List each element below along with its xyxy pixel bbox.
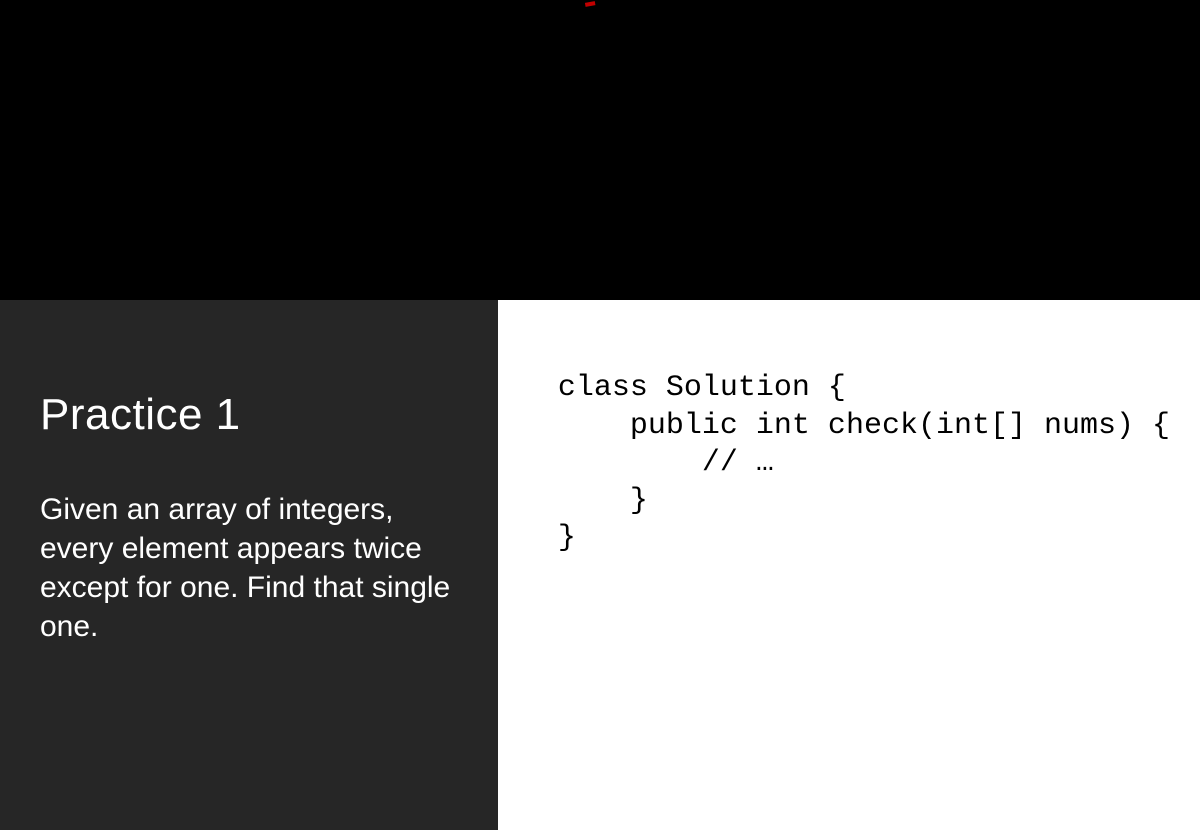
problem-title: Practice 1 xyxy=(40,390,458,440)
top-banner xyxy=(0,0,1200,300)
code-line: } xyxy=(558,484,648,518)
code-line: // … xyxy=(558,446,774,480)
content-row: Practice 1 Given an array of integers, e… xyxy=(0,300,1200,830)
code-line: class Solution { xyxy=(558,371,846,405)
code-line: public int check(int[] nums) { xyxy=(558,409,1170,443)
code-panel: class Solution { public int check(int[] … xyxy=(498,300,1200,830)
problem-panel: Practice 1 Given an array of integers, e… xyxy=(0,300,498,830)
red-mark-icon xyxy=(585,0,596,7)
slide: Practice 1 Given an array of integers, e… xyxy=(0,0,1200,830)
code-block: class Solution { public int check(int[] … xyxy=(558,370,1170,558)
code-line: } xyxy=(558,521,576,555)
problem-description: Given an array of integers, every elemen… xyxy=(40,490,458,646)
